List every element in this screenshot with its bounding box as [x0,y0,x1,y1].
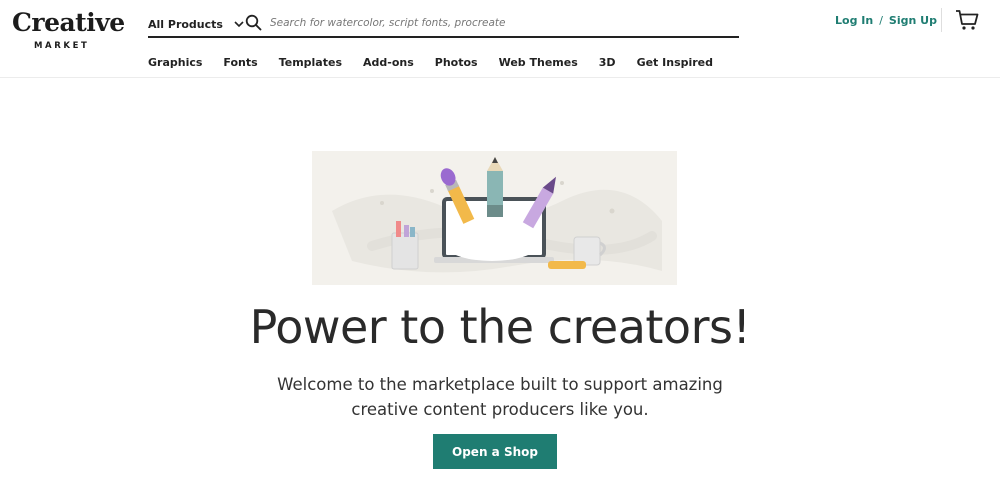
creative-market-logo[interactable]: Creative MARKET [12,8,125,54]
header-divider [941,8,942,32]
product-category-label: All Products [148,17,223,31]
login-link[interactable]: Log In [835,14,873,27]
site-header: Creative MARKET All Products Log In / Si… [0,0,1000,78]
search-input[interactable] [270,13,730,33]
hero-illustration [312,151,677,285]
hero-subtitle: Welcome to the marketplace built to supp… [250,372,750,422]
logo-wordmark: Creative [12,8,125,37]
signup-link[interactable]: Sign Up [889,14,937,27]
auth-links: Log In / Sign Up [835,13,937,27]
nav-item-photos[interactable]: Photos [435,56,478,69]
hero-subtitle-line-2: creative content producers like you. [351,400,649,419]
hero-title: Power to the creators! [249,300,751,354]
creative-tools-illustration [332,157,662,273]
nav-item-fonts[interactable]: Fonts [223,56,257,69]
open-a-shop-button[interactable]: Open a Shop [433,434,557,469]
cart-icon[interactable] [955,9,979,31]
logo-subtitle: MARKET [34,41,90,51]
hero-subtitle-line-1: Welcome to the marketplace built to supp… [277,375,723,394]
category-nav: Graphics Fonts Templates Add-ons Photos … [148,53,734,71]
search-bar: All Products [148,9,739,38]
nav-item-add-ons[interactable]: Add-ons [363,56,414,69]
chevron-down-icon [234,21,244,28]
product-category-select[interactable]: All Products [148,14,245,34]
nav-item-web-themes[interactable]: Web Themes [499,56,578,69]
nav-item-3d[interactable]: 3D [599,56,616,69]
nav-item-graphics[interactable]: Graphics [148,56,202,69]
nav-item-get-inspired[interactable]: Get Inspired [637,56,713,69]
nav-item-templates[interactable]: Templates [279,56,342,69]
search-icon[interactable] [245,14,262,31]
auth-separator: / [879,13,883,27]
